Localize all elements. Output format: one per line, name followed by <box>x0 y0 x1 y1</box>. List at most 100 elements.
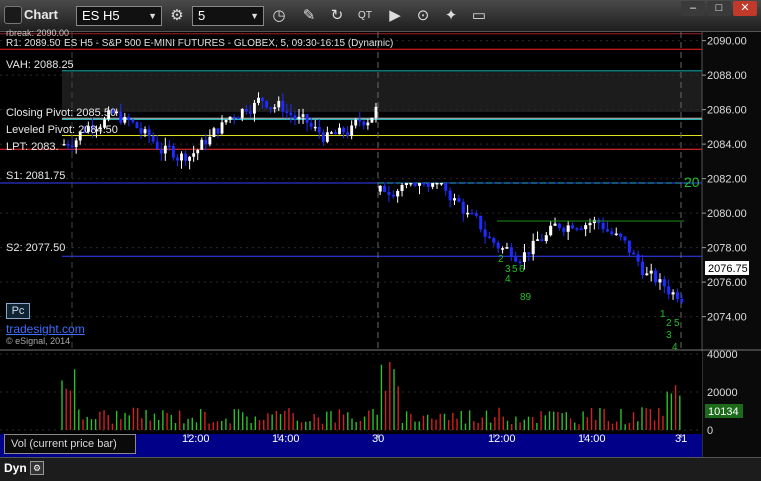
candle-body <box>623 236 627 241</box>
price-tick-label: 2078.00 <box>707 243 747 255</box>
candle-body <box>293 115 297 120</box>
candle-body <box>391 194 395 197</box>
candle-body <box>413 182 417 186</box>
candle-body <box>501 248 505 250</box>
candle-body <box>627 240 631 253</box>
dynamic-mode-button[interactable]: Dyn <box>4 461 27 475</box>
candle-body <box>192 153 196 157</box>
volume-tick-label: 0 <box>707 425 713 437</box>
quote-icon[interactable]: QT <box>354 5 376 27</box>
chart-properties-icon[interactable]: ⚙ <box>30 461 44 475</box>
candle-body <box>350 125 354 136</box>
candle-body <box>610 231 614 235</box>
refresh-icon[interactable]: ↻ <box>326 5 348 27</box>
volume-study-label[interactable]: Vol (current price bar) <box>4 434 136 454</box>
candle-body <box>155 141 159 150</box>
annotation-big-count: 20 <box>684 174 700 190</box>
candle-body <box>387 191 391 195</box>
lpt-label: LPT: 2083. <box>6 141 59 153</box>
candle-body <box>396 191 400 197</box>
chart-heading: ES H5 - S&P 500 E-MINI FUTURES - GLOBEX,… <box>64 38 394 49</box>
candle-body <box>240 108 244 118</box>
candle-body <box>527 252 531 255</box>
candle-body <box>466 212 470 215</box>
candle-body <box>431 182 435 187</box>
candle-body <box>354 119 358 126</box>
candle-body <box>62 144 66 146</box>
candle-body <box>514 256 518 262</box>
candle-body <box>536 239 540 241</box>
candle-body <box>151 135 155 142</box>
candle-body <box>188 156 192 161</box>
candle-body <box>461 201 465 214</box>
candle-body <box>74 140 78 147</box>
candle-body <box>614 233 618 236</box>
count-annotation: 5 <box>674 318 680 329</box>
candle-body <box>301 114 305 117</box>
count-annotation: 3 <box>666 330 672 341</box>
symbol-input[interactable]: ES H5 ▼ <box>76 6 162 26</box>
candle-body <box>448 190 452 201</box>
candle-body <box>139 128 143 134</box>
candle-body <box>667 286 671 295</box>
cursor-icon[interactable]: ⊙ <box>412 5 434 27</box>
s1-label: S1: 2081.75 <box>6 170 66 182</box>
count-annotation: 4 <box>505 274 511 285</box>
tradesight-link[interactable]: tradesight.com <box>6 322 85 336</box>
candle-body <box>658 279 662 283</box>
price-tick-label: 2080.00 <box>707 208 747 220</box>
volume-tick-label: 40000 <box>707 349 738 361</box>
volume-tick-label: 20000 <box>707 387 738 399</box>
candle-body <box>374 106 378 118</box>
candle-body <box>309 122 313 127</box>
price-chart[interactable]: 2090.00 2088.00 2086.00 2084.00 2082.00 2080.… <box>0 32 761 457</box>
close-button[interactable]: ✕ <box>733 1 757 16</box>
candle-body <box>383 185 387 192</box>
interval-input[interactable]: 5 ▼ <box>192 6 264 26</box>
candle-body <box>358 119 362 122</box>
candle-body <box>253 102 256 114</box>
candle-body <box>244 108 248 112</box>
candle-body <box>479 215 483 230</box>
candle-body <box>317 126 321 133</box>
candle-body <box>417 182 422 186</box>
candle-body <box>505 247 509 249</box>
candle-body <box>452 198 457 201</box>
chevron-down-icon[interactable]: ▼ <box>148 7 157 25</box>
candle-body <box>208 136 212 145</box>
candle-body <box>671 292 675 295</box>
pencil-draw-icon[interactable]: ✎ <box>298 5 320 27</box>
play-icon[interactable]: ▶ <box>384 5 406 27</box>
price-tick-label: 2086.00 <box>707 105 747 117</box>
time-tick-label: 31 <box>675 433 687 445</box>
chevron-down-icon[interactable]: ▼ <box>250 7 259 25</box>
candle-body <box>619 233 623 237</box>
candle-body <box>400 184 404 192</box>
link-settings-icon[interactable]: ⚙ <box>166 5 188 27</box>
volume-value-text: 10134 <box>708 406 739 418</box>
candle-body <box>180 153 183 161</box>
price-tick-label: 2090.00 <box>707 36 747 48</box>
tag-icon[interactable]: ✦ <box>440 5 462 27</box>
price-tick-label: 2084.00 <box>707 139 747 151</box>
comment-icon[interactable]: ▭ <box>468 5 490 27</box>
candle-body <box>645 273 649 276</box>
candle-body <box>167 145 171 148</box>
candle-body <box>281 100 285 112</box>
candle-body <box>404 182 408 185</box>
bottom-bar: Dyn ⚙ <box>0 457 761 481</box>
pc-button[interactable]: Pc <box>6 303 30 319</box>
time-tick-label: 14:00 <box>272 433 300 445</box>
candle-body <box>549 225 553 236</box>
candle-body <box>305 114 309 123</box>
candle-body <box>553 223 557 226</box>
esignal-copyright: © eSignal, 2014 <box>6 336 71 346</box>
candle-body <box>338 127 341 135</box>
maximize-button[interactable]: □ <box>707 1 731 16</box>
time-tick-label: 12:00 <box>182 433 210 445</box>
clock-icon[interactable]: ◷ <box>268 5 290 27</box>
minimize-button[interactable]: – <box>681 1 705 16</box>
price-axis-labels: 2090.00 2088.00 2086.00 2084.00 2082.00 2080.… <box>702 36 747 324</box>
candle-body <box>370 117 374 123</box>
count-annotation: 2 <box>666 318 672 329</box>
